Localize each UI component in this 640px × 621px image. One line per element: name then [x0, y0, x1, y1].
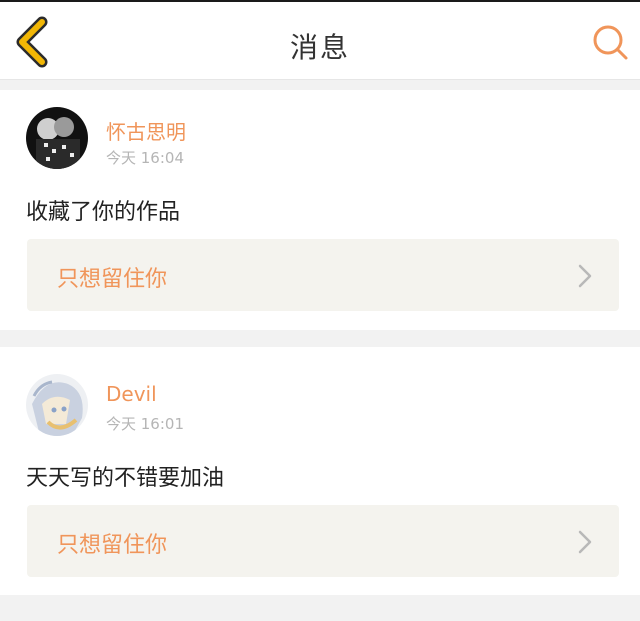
message-text: 收藏了你的作品 — [26, 200, 181, 225]
timestamp: 今天 16:01 — [106, 415, 184, 433]
message-card: 怀古思明 今天 16:04 收藏了你的作品 只想留住你 — [0, 90, 640, 330]
work-link[interactable]: 只想留住你 — [27, 505, 619, 577]
timestamp: 今天 16:04 — [106, 149, 184, 167]
page-title: 消息 — [289, 31, 350, 64]
work-title: 只想留住你 — [57, 533, 168, 558]
nav-header: 消息 — [0, 2, 640, 80]
work-title: 只想留住你 — [57, 267, 168, 292]
avatar[interactable] — [26, 107, 88, 169]
search-icon — [593, 25, 628, 60]
avatar-image — [26, 107, 88, 169]
chevron-right-icon — [578, 530, 592, 554]
username[interactable]: Devil — [106, 382, 157, 406]
avatar[interactable] — [26, 374, 88, 436]
avatar-image — [26, 374, 88, 436]
message-card: Devil 今天 16:01 天天写的不错要加油 只想留住你 — [0, 347, 640, 595]
username[interactable]: 怀古思明 — [106, 116, 186, 145]
chevron-right-icon — [578, 264, 592, 288]
search-button[interactable] — [588, 20, 634, 66]
work-link[interactable]: 只想留住你 — [27, 239, 619, 311]
message-text: 天天写的不错要加油 — [26, 466, 225, 491]
